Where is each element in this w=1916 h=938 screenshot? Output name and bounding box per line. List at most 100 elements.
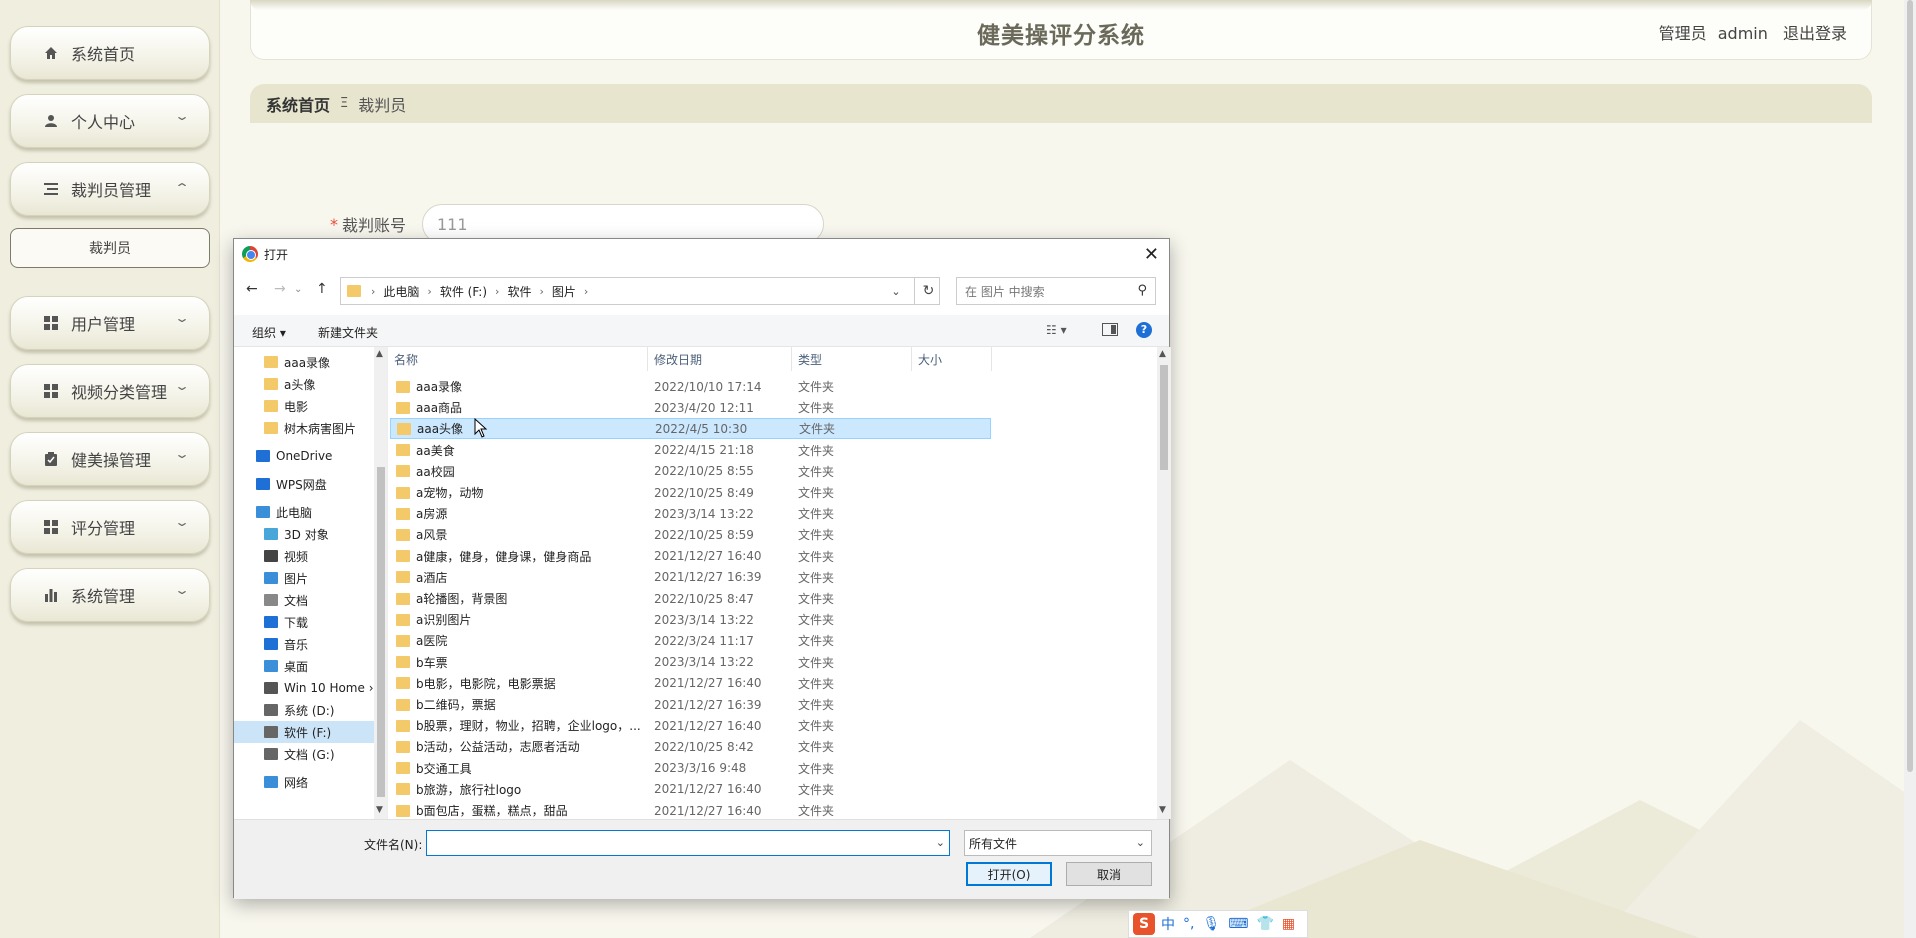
file-date: 2021/12/27 16:39 xyxy=(654,570,762,585)
help-icon[interactable]: ? xyxy=(1136,322,1152,338)
nav-item[interactable]: 文档 xyxy=(234,589,374,611)
punctuation-icon[interactable]: °, xyxy=(1183,916,1194,932)
table-row[interactable]: b股票，理财，物业，招聘，企业logo，... 2021/12/27 16:40 文… xyxy=(390,715,991,736)
keyboard-icon[interactable]: ⌨ xyxy=(1228,916,1248,932)
nav-item[interactable]: a头像 xyxy=(234,373,374,395)
history-dropdown-icon[interactable]: ⌄ xyxy=(294,284,302,295)
toolbox-icon[interactable]: ▦ xyxy=(1282,916,1295,932)
list-scrollbar-thumb[interactable] xyxy=(1160,365,1168,470)
sidebar-item-referee-management[interactable]: 裁判员管理 ⌃ xyxy=(10,162,210,216)
address-crumb[interactable]: 软件 (F:) xyxy=(440,283,487,300)
file-date: 2023/4/20 12:11 xyxy=(654,400,754,415)
nav-item[interactable]: 音乐 xyxy=(234,633,374,655)
grid-icon xyxy=(43,383,59,399)
nav-item-label: a头像 xyxy=(284,377,316,392)
sidebar-item-score-management[interactable]: 评分管理 ⌄ xyxy=(10,500,210,554)
address-dropdown-icon[interactable]: ⌄ xyxy=(886,277,906,305)
nav-item[interactable]: 电影 xyxy=(234,395,374,417)
address-crumb[interactable]: 软件 xyxy=(507,283,531,300)
search-input[interactable]: 在 图片 中搜索 ⚲ xyxy=(956,277,1156,305)
table-row[interactable]: a房源 2023/3/14 13:22 文件夹 xyxy=(390,503,991,524)
table-row[interactable]: a医院 2022/3/24 11:17 文件夹 xyxy=(390,630,991,651)
microphone-icon[interactable]: 🎙 xyxy=(1202,916,1220,932)
sidebar-item-user-management[interactable]: 用户管理 ⌄ xyxy=(10,296,210,350)
table-row[interactable]: a宠物，动物 2022/10/25 8:49 文件夹 xyxy=(390,482,991,503)
sidebar-item-home[interactable]: 系统首页 xyxy=(10,26,210,80)
sidebar-item-system-management[interactable]: 系统管理 ⌄ xyxy=(10,568,210,622)
page-scrollbar-thumb[interactable] xyxy=(1907,0,1913,772)
nav-item[interactable]: 树木病害图片 xyxy=(234,417,374,439)
table-row[interactable]: b电影，电影院，电影票据 2021/12/27 16:40 文件夹 xyxy=(390,673,991,694)
nav-item[interactable]: aaa录像 xyxy=(234,351,374,373)
address-bar[interactable]: › 此电脑 › 软件 (F:) › 软件 › 图片 › xyxy=(340,277,940,305)
nav-item[interactable]: 网络 xyxy=(234,771,374,793)
up-icon[interactable]: ↑ xyxy=(316,281,328,297)
nav-item[interactable]: 桌面 xyxy=(234,655,374,677)
ime-mode[interactable]: 中 xyxy=(1161,914,1175,934)
nav-item[interactable]: 此电脑 xyxy=(234,501,374,523)
view-options-icon[interactable]: ☷ ▾ xyxy=(1046,323,1067,337)
cancel-button[interactable]: 取消 xyxy=(1066,862,1152,886)
nav-scrollbar[interactable]: ▲ ▼ xyxy=(374,347,387,819)
chevron-down-icon[interactable]: ⌄ xyxy=(936,836,945,849)
sidebar-item-aerobics-management[interactable]: 健美操管理 ⌄ xyxy=(10,432,210,486)
table-row[interactable]: b旅游，旅行社logo 2021/12/27 16:40 文件夹 xyxy=(390,779,991,800)
sidebar-subitem-referee[interactable]: 裁判员 xyxy=(10,228,210,268)
page-scrollbar[interactable] xyxy=(1904,0,1916,938)
table-row[interactable]: b交通工具 2023/3/16 9:48 文件夹 xyxy=(390,758,991,779)
nav-item[interactable]: 软件 (F:) xyxy=(234,721,374,743)
logout-link[interactable]: 退出登录 xyxy=(1783,24,1847,43)
organize-button[interactable]: 组织 ▾ xyxy=(252,324,286,341)
sogou-logo-icon[interactable]: S xyxy=(1133,913,1155,935)
table-row[interactable]: b车票 2023/3/14 13:22 文件夹 xyxy=(390,652,991,673)
column-header-name[interactable]: 名称 xyxy=(388,347,648,371)
table-row[interactable]: a轮播图，背景图 2022/10/25 8:47 文件夹 xyxy=(390,588,991,609)
nav-item[interactable]: OneDrive xyxy=(234,445,374,467)
skin-icon[interactable]: 👕 xyxy=(1256,916,1273,932)
filename-input[interactable]: ⌄ xyxy=(426,830,950,856)
close-icon[interactable]: ✕ xyxy=(1144,244,1159,265)
forward-icon[interactable]: → xyxy=(274,281,286,297)
table-row[interactable]: a酒店 2021/12/27 16:39 文件夹 xyxy=(390,567,991,588)
column-header-date[interactable]: 修改日期 xyxy=(648,347,792,371)
column-header-type[interactable]: 类型 xyxy=(792,347,912,371)
table-row[interactable]: b面包店，蛋糕，糕点，甜品 2021/12/27 16:40 文件夹 xyxy=(390,800,991,819)
table-row[interactable]: a识别图片 2023/3/14 13:22 文件夹 xyxy=(390,609,991,630)
nav-item[interactable]: WPS网盘 xyxy=(234,473,374,495)
account-label: 裁判账号 xyxy=(342,216,407,235)
scroll-up-icon[interactable]: ▲ xyxy=(1159,349,1166,359)
address-crumb[interactable]: 图片 xyxy=(552,283,576,300)
back-icon[interactable]: ← xyxy=(246,281,258,297)
nav-item[interactable]: 系统 (D:) xyxy=(234,699,374,721)
scroll-down-icon[interactable]: ▼ xyxy=(1159,805,1166,815)
table-row[interactable]: b二维码，票据 2021/12/27 16:39 文件夹 xyxy=(390,694,991,715)
nav-item[interactable]: Win 10 Home › xyxy=(234,677,374,699)
breadcrumb-home[interactable]: 系统首页 xyxy=(266,92,330,116)
table-row[interactable]: aaa商品 2023/4/20 12:11 文件夹 xyxy=(390,397,991,418)
new-folder-button[interactable]: 新建文件夹 xyxy=(318,324,378,341)
preview-pane-icon[interactable] xyxy=(1102,323,1118,336)
nav-item[interactable]: 图片 xyxy=(234,567,374,589)
table-row[interactable]: aaa录像 2022/10/10 17:14 文件夹 xyxy=(390,376,991,397)
chrome-icon xyxy=(242,246,258,262)
scroll-up-icon[interactable]: ▲ xyxy=(376,349,383,359)
nav-item[interactable]: 下载 xyxy=(234,611,374,633)
nav-scrollbar-thumb[interactable] xyxy=(377,467,385,797)
sidebar-item-profile[interactable]: 个人中心 ⌄ xyxy=(10,94,210,148)
list-scrollbar[interactable]: ▲ ▼ xyxy=(1157,347,1171,819)
nav-item[interactable]: 视频 xyxy=(234,545,374,567)
filetype-select[interactable]: 所有文件 ⌄ xyxy=(964,830,1152,856)
open-button[interactable]: 打开(O) xyxy=(966,862,1052,886)
sidebar-item-video-category[interactable]: 视频分类管理 ⌄ xyxy=(10,364,210,418)
column-header-size[interactable]: 大小 xyxy=(912,347,992,371)
table-row[interactable]: aa校园 2022/10/25 8:55 文件夹 xyxy=(390,461,991,482)
table-row[interactable]: a风景 2022/10/25 8:59 文件夹 xyxy=(390,524,991,545)
nav-item[interactable]: 文档 (G:) xyxy=(234,743,374,765)
table-row[interactable]: a健康，健身，健身课，健身商品 2021/12/27 16:40 文件夹 xyxy=(390,546,991,567)
scroll-down-icon[interactable]: ▼ xyxy=(376,805,383,815)
address-crumb[interactable]: 此电脑 xyxy=(383,283,419,300)
nav-item[interactable]: 3D 对象 xyxy=(234,523,374,545)
table-row[interactable]: aa美食 2022/4/15 21:18 文件夹 xyxy=(390,440,991,461)
refresh-icon[interactable]: ↻ xyxy=(914,277,942,305)
table-row[interactable]: b活动，公益活动，志愿者活动 2022/10/25 8:42 文件夹 xyxy=(390,736,991,757)
